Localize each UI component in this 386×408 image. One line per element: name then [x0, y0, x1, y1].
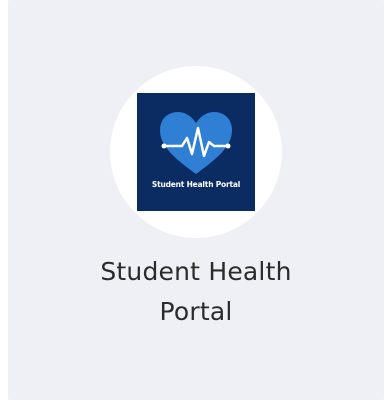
app-logo-circle: Student Health Portal	[110, 66, 282, 238]
app-tile-title-line-2: Portal	[159, 297, 233, 326]
logo-text: Student Health Portal	[151, 179, 241, 189]
heart-heartbeat-icon	[160, 111, 232, 174]
app-tile-student-health-portal[interactable]: Student Health Portal Student Health Por…	[8, 0, 384, 400]
app-tile-title: Student Health Portal	[8, 252, 384, 332]
app-logo: Student Health Portal	[137, 93, 255, 211]
app-tile-title-line-1: Student Health	[100, 257, 292, 286]
